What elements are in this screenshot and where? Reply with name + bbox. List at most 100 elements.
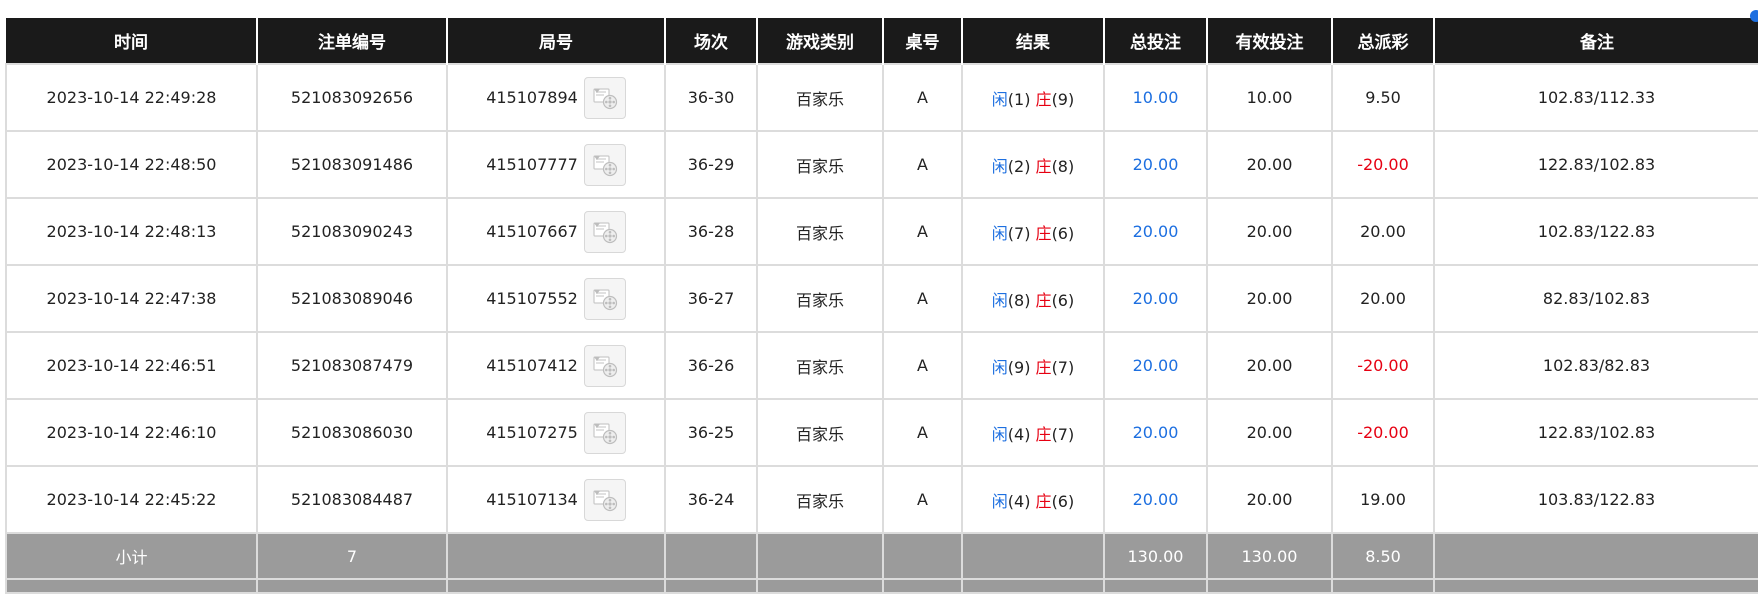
video-replay-button[interactable] (583, 277, 626, 320)
cell-remark: 103.83/122.83 (1433, 465, 1758, 534)
result-banker-label: 庄 (1035, 290, 1052, 310)
header-total-payout: 总派彩 (1332, 18, 1435, 64)
cell-round-number: 415107894 (446, 63, 666, 132)
video-replay-icon (593, 355, 617, 377)
cell-round-number: 415107777 (446, 130, 666, 199)
result-banker-value: (7) (1051, 357, 1075, 377)
video-replay-icon (593, 221, 617, 243)
header-round-number: 局号 (447, 18, 666, 64)
bet-records-panel: 时间 注单编号 局号 场次 游戏类别 桌号 结果 总投注 有效投注 总派彩 备注… (5, 10, 1758, 594)
result-banker-label: 庄 (1035, 491, 1052, 511)
result-banker-value: (8) (1051, 156, 1075, 176)
result-player-label: 闲 (991, 424, 1008, 444)
cell-session: 36-27 (664, 264, 758, 333)
subtotal-label: 小计 (5, 533, 258, 580)
video-replay-icon (593, 154, 617, 176)
round-number-text: 415107412 (486, 356, 578, 375)
cell-result: 闲(8) 庄(6) (961, 264, 1105, 333)
cell-time: 2023-10-14 22:47:38 (5, 264, 258, 333)
header-session: 场次 (665, 18, 758, 64)
cell-total-payout: -20.00 (1331, 331, 1435, 400)
video-replay-button[interactable] (583, 478, 626, 521)
cell-valid-bet: 20.00 (1206, 465, 1333, 534)
cell-total-payout: -20.00 (1331, 130, 1435, 199)
cell-table-number: A (882, 264, 963, 333)
table-body: 2023-10-14 22:49:28 521083092656 4151078… (5, 63, 1758, 534)
cell-session: 36-28 (664, 197, 758, 266)
cell-game-type: 百家乐 (756, 197, 884, 266)
cell-remark: 102.83/112.33 (1433, 63, 1758, 132)
video-replay-icon (593, 87, 617, 109)
cell-total-payout: 20.00 (1331, 197, 1435, 266)
cell-valid-bet: 20.00 (1206, 130, 1333, 199)
cell-bet-number: 521083089046 (256, 264, 448, 333)
result-banker-value: (7) (1051, 424, 1075, 444)
result-banker-value: (6) (1051, 290, 1075, 310)
cell-game-type: 百家乐 (756, 63, 884, 132)
cell-remark: 122.83/102.83 (1433, 398, 1758, 467)
cell-total-bet: 10.00 (1103, 63, 1208, 132)
cell-round-number: 415107275 (446, 398, 666, 467)
table-row: 2023-10-14 22:45:22 521083084487 4151071… (5, 465, 1758, 534)
cell-total-payout: -20.00 (1331, 398, 1435, 467)
result-player-value: (2) (1007, 156, 1031, 176)
cell-bet-number: 521083084487 (256, 465, 448, 534)
cell-remark: 102.83/82.83 (1433, 331, 1758, 400)
video-replay-button[interactable] (583, 344, 626, 387)
cell-table-number: A (882, 398, 963, 467)
result-player-value: (4) (1007, 491, 1031, 511)
cell-bet-number: 521083090243 (256, 197, 448, 266)
table-row: 2023-10-14 22:46:51 521083087479 4151074… (5, 331, 1758, 400)
header-valid-bet: 有效投注 (1207, 18, 1333, 64)
result-banker-label: 庄 (1035, 357, 1052, 377)
cell-time: 2023-10-14 22:49:28 (5, 63, 258, 132)
corner-tab[interactable] (1750, 10, 1758, 22)
video-replay-button[interactable] (583, 143, 626, 186)
cell-time: 2023-10-14 22:45:22 (5, 465, 258, 534)
cell-total-bet: 20.00 (1103, 264, 1208, 333)
result-player-label: 闲 (991, 156, 1008, 176)
cell-round-number: 415107412 (446, 331, 666, 400)
header-bet-number: 注单编号 (257, 18, 448, 64)
cell-session: 36-25 (664, 398, 758, 467)
cell-result: 闲(4) 庄(7) (961, 398, 1105, 467)
result-banker-label: 庄 (1035, 424, 1052, 444)
table-row: 2023-10-14 22:47:38 521083089046 4151075… (5, 264, 1758, 333)
cell-time: 2023-10-14 22:46:10 (5, 398, 258, 467)
cell-valid-bet: 10.00 (1206, 63, 1333, 132)
result-player-value: (4) (1007, 424, 1031, 444)
cell-total-payout: 19.00 (1331, 465, 1435, 534)
cell-result: 闲(7) 庄(6) (961, 197, 1105, 266)
subtotal-valid-bet: 130.00 (1206, 533, 1333, 580)
round-number-text: 415107134 (486, 490, 578, 509)
result-player-value: (7) (1007, 223, 1031, 243)
video-replay-icon (593, 489, 617, 511)
cell-table-number: A (882, 331, 963, 400)
video-replay-button[interactable] (583, 210, 626, 253)
cell-session: 36-24 (664, 465, 758, 534)
cell-total-payout: 9.50 (1331, 63, 1435, 132)
cell-table-number: A (882, 197, 963, 266)
result-player-label: 闲 (991, 223, 1008, 243)
result-player-value: (1) (1007, 89, 1031, 109)
table-row: 2023-10-14 22:46:10 521083086030 4151072… (5, 398, 1758, 467)
cell-time: 2023-10-14 22:46:51 (5, 331, 258, 400)
round-number-text: 415107894 (486, 88, 578, 107)
cell-bet-number: 521083087479 (256, 331, 448, 400)
cell-session: 36-30 (664, 63, 758, 132)
cell-table-number: A (882, 63, 963, 132)
round-number-text: 415107667 (486, 222, 578, 241)
cell-total-bet: 20.00 (1103, 197, 1208, 266)
header-remark: 备注 (1434, 18, 1758, 64)
result-banker-label: 庄 (1035, 156, 1052, 176)
cell-valid-bet: 20.00 (1206, 398, 1333, 467)
result-player-label: 闲 (991, 89, 1008, 109)
video-replay-button[interactable] (583, 76, 626, 119)
video-replay-icon (593, 288, 617, 310)
table-footer: 小计 7 130.00 130.00 8.50 (5, 533, 1758, 594)
video-replay-button[interactable] (583, 411, 626, 454)
cell-total-payout: 20.00 (1331, 264, 1435, 333)
cell-remark: 122.83/102.83 (1433, 130, 1758, 199)
cell-bet-number: 521083086030 (256, 398, 448, 467)
cell-total-bet: 20.00 (1103, 331, 1208, 400)
